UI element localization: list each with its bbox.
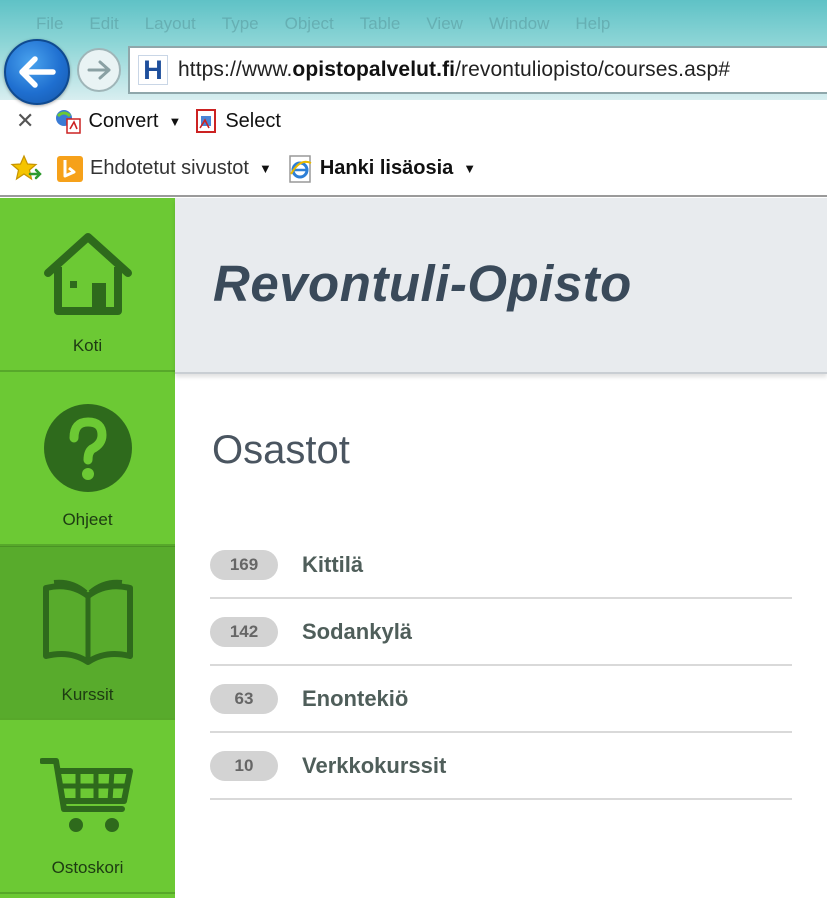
chevron-down-icon[interactable]: ▼ [168, 114, 181, 129]
bing-icon [57, 155, 83, 182]
sidebar-item-help[interactable]: Ohjeet [0, 372, 175, 546]
get-addons-button[interactable]: Hanki lisäosia ▼ [286, 154, 476, 184]
menu-item[interactable]: View [426, 14, 463, 40]
menu-item[interactable]: Layout [145, 14, 196, 40]
sidebar-item-label: Ohjeet [62, 510, 113, 529]
course-count-badge: 10 [210, 750, 278, 781]
arrow-left-icon [19, 56, 56, 88]
site-header: Revontuli-Opisto [175, 198, 827, 374]
cart-icon [39, 758, 133, 832]
back-button[interactable] [4, 39, 70, 105]
department-name[interactable]: Sodankylä [302, 619, 412, 645]
close-icon[interactable]: ✕ [16, 108, 34, 134]
department-row-verkkokurssit[interactable]: 10 Verkkokurssit [210, 733, 792, 800]
sidebar-item-cart[interactable]: Ostoskori [0, 720, 175, 894]
select-label: Select [225, 109, 281, 132]
star-add-icon [10, 154, 42, 180]
url-path: /revontuliopisto/courses.asp# [455, 58, 731, 81]
menu-bar: File Edit Layout Type Object Table View … [0, 14, 827, 40]
select-pdf-icon [196, 109, 217, 133]
menu-item[interactable]: Table [360, 14, 401, 40]
url-text[interactable]: https://www.opistopalvelut.fi/revontulio… [178, 58, 730, 82]
menu-item[interactable]: Object [285, 14, 334, 40]
menu-item[interactable]: Edit [89, 14, 118, 40]
sidebar-item-label: Koti [72, 336, 103, 355]
menu-item[interactable]: Type [222, 14, 259, 40]
menu-item[interactable]: Window [489, 14, 549, 40]
sidebar-item-label: Kurssit [61, 685, 114, 704]
department-row-sodankyla[interactable]: 142 Sodankylä [210, 599, 792, 666]
suggested-sites-label: Ehdotetut sivustot [90, 157, 249, 179]
url-domain: opistopalvelut.fi [292, 58, 456, 81]
arrow-right-icon [87, 60, 111, 80]
course-count-badge: 142 [210, 616, 278, 647]
menu-item[interactable]: Help [575, 14, 610, 40]
url-scheme: https://www. [178, 58, 293, 81]
department-row-enontekio[interactable]: 63 Enontekiö [210, 666, 792, 733]
favorites-bar: Ehdotetut sivustot ▼ Hanki lisäosia ▼ [0, 142, 827, 197]
site-title[interactable]: Revontuli-Opisto [213, 254, 632, 313]
department-row-kittila[interactable]: 169 Kittilä [210, 532, 792, 599]
section-title: Osastot [212, 428, 350, 472]
course-count-badge: 169 [210, 549, 278, 580]
ie-page-icon [289, 154, 312, 183]
department-name[interactable]: Enontekiö [302, 686, 408, 712]
suggested-sites-button[interactable]: Ehdotetut sivustot ▼ [56, 155, 272, 183]
sidebar-item-label: Ostoskori [51, 858, 124, 877]
select-button[interactable]: Select [195, 108, 281, 134]
pdf-toolbar: ✕ Convert ▼ Select [0, 100, 827, 142]
chevron-down-icon[interactable]: ▼ [259, 161, 272, 176]
sidebar-item-courses[interactable]: Kurssit [0, 546, 175, 720]
home-icon [43, 233, 132, 315]
menu-item[interactable]: File [36, 14, 63, 40]
course-count-badge: 63 [210, 683, 278, 714]
department-name[interactable]: Kittilä [302, 552, 363, 578]
department-name[interactable]: Verkkokurssit [302, 753, 446, 779]
add-favorites-button[interactable] [10, 154, 42, 184]
convert-pdf-icon [56, 110, 82, 134]
question-icon [43, 404, 132, 492]
book-icon [42, 579, 133, 665]
convert-button[interactable]: Convert ▼ [54, 108, 181, 134]
site-favicon-icon: H [138, 55, 168, 85]
sidebar-item-home[interactable]: Koti [0, 198, 175, 372]
get-addons-label: Hanki lisäosia [319, 157, 454, 179]
chevron-down-icon[interactable]: ▼ [463, 161, 476, 176]
site-sidebar: Koti Ohjeet Kurssit Ostoskori [0, 198, 175, 898]
forward-button[interactable] [77, 48, 121, 92]
convert-label: Convert [88, 109, 159, 132]
department-list: 169 Kittilä 142 Sodankylä 63 Enontekiö 1… [210, 532, 792, 800]
address-bar[interactable]: H https://www.opistopalvelut.fi/revontul… [128, 46, 827, 94]
